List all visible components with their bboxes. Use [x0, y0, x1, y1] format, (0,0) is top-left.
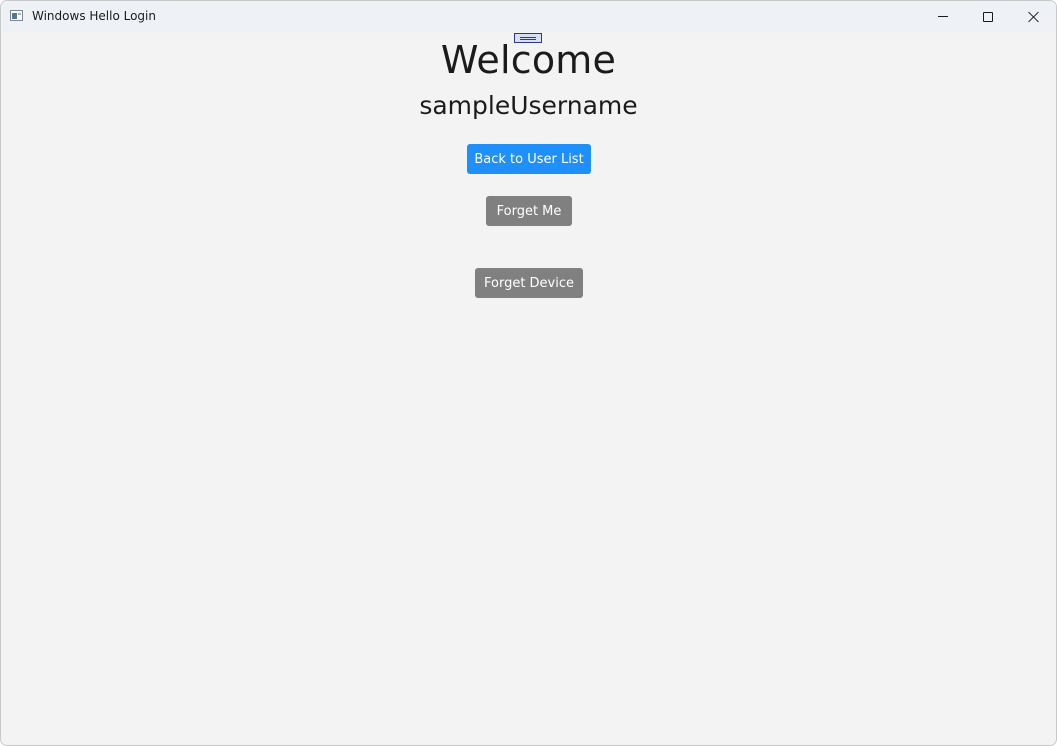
close-button[interactable] [1011, 1, 1056, 32]
minimize-icon [938, 16, 948, 17]
app-window: Windows Hello Login Welcome sampleUserna… [0, 0, 1057, 746]
forget-device-button[interactable]: Forget Device [475, 268, 583, 298]
minimize-button[interactable] [920, 1, 966, 32]
app-window-icon [10, 10, 23, 21]
window-title: Windows Hello Login [32, 9, 156, 23]
maximize-icon [983, 11, 993, 22]
close-icon [1028, 11, 1040, 23]
title-bar[interactable]: Windows Hello Login [1, 1, 1056, 32]
maximize-button[interactable] [965, 1, 1011, 32]
username-label: sampleUsername [419, 91, 638, 120]
forget-me-button[interactable]: Forget Me [486, 196, 572, 226]
welcome-heading: Welcome [440, 38, 617, 82]
back-to-user-list-button[interactable]: Back to User List [467, 144, 591, 174]
